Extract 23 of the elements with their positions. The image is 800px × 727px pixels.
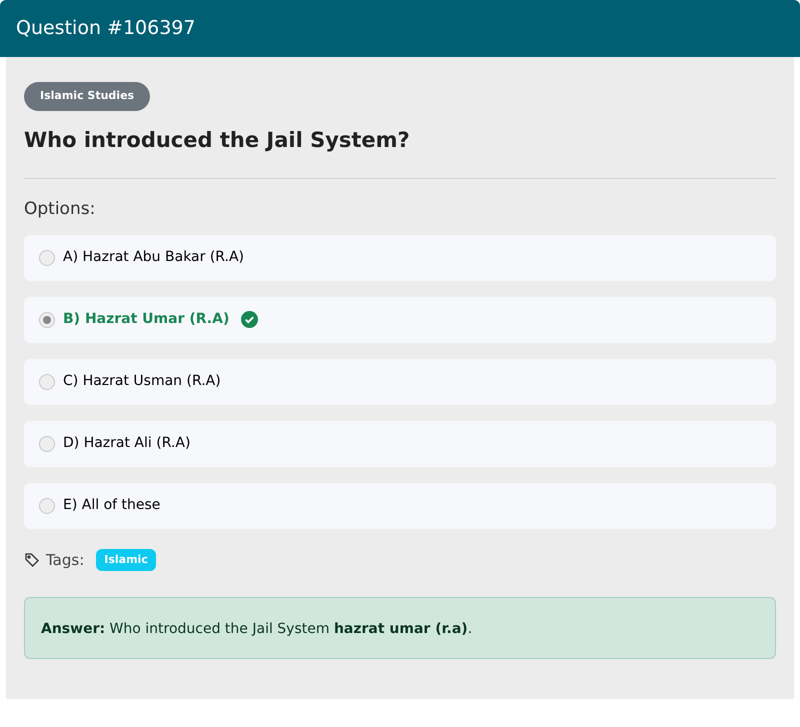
check-circle-icon — [241, 311, 258, 328]
option-label: A) Hazrat Abu Bakar (R.A) — [63, 248, 244, 267]
question-number: Question #106397 — [16, 16, 196, 42]
option-label: C) Hazrat Usman (R.A) — [63, 372, 221, 391]
tags-label: Tags: — [46, 550, 84, 570]
option-row[interactable]: A) Hazrat Abu Bakar (R.A) — [24, 234, 776, 280]
question-text: Who introduced the Jail System? — [24, 126, 411, 154]
option-row[interactable]: C) Hazrat Usman (R.A) — [24, 358, 776, 404]
option-label: E) All of these — [63, 496, 160, 515]
radio-button[interactable] — [39, 312, 55, 328]
option-label: B) Hazrat Umar (R.A) — [63, 310, 230, 329]
options-label: Options: — [24, 198, 96, 221]
radio-button[interactable] — [39, 436, 55, 452]
option-label: D) Hazrat Ali (R.A) — [63, 434, 190, 453]
radio-button[interactable] — [39, 250, 55, 266]
radio-button[interactable] — [39, 498, 55, 514]
answer-text: Answer: Who introduced the Jail System hazrat umar (r.a). — [41, 621, 472, 637]
option-row[interactable]: D) Hazrat Ali (R.A) — [24, 420, 776, 466]
option-row[interactable]: B) Hazrat Umar (R.A) — [24, 296, 776, 342]
category-badge: Islamic Studies — [24, 82, 150, 110]
option-row[interactable]: E) All of these — [24, 482, 776, 528]
radio-button[interactable] — [39, 374, 55, 390]
tag-icon — [24, 552, 40, 568]
